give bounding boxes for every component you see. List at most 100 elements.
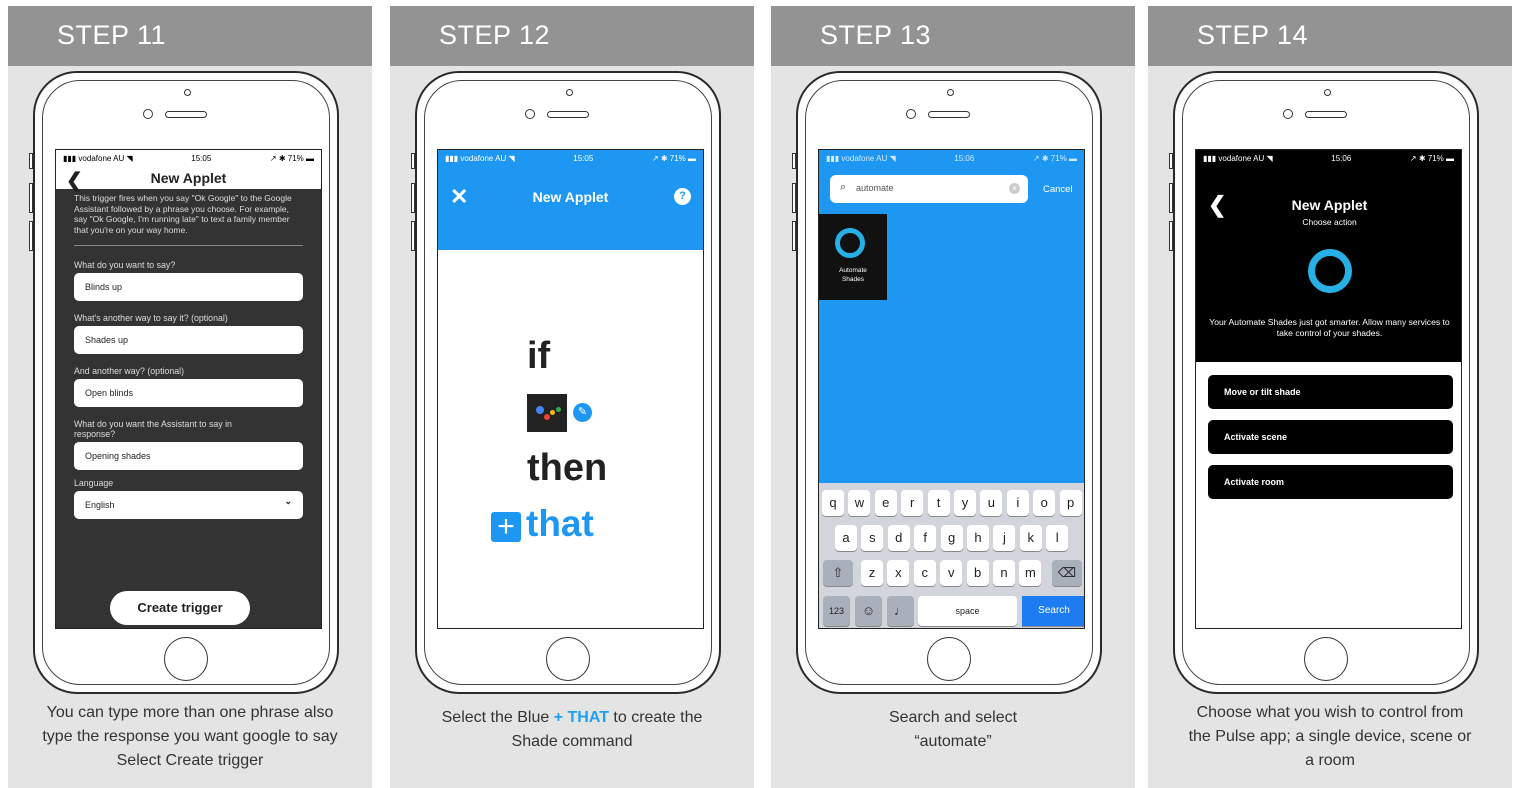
key-s[interactable]: s bbox=[861, 525, 884, 551]
key-z[interactable]: z bbox=[861, 560, 883, 586]
action-activate-room[interactable]: Activate room bbox=[1208, 465, 1453, 499]
help-icon[interactable]: ? bbox=[674, 188, 691, 205]
speaker-icon bbox=[165, 111, 207, 118]
battery-status: ↗ ✱ 71% ▬ bbox=[269, 154, 314, 163]
phone-screen: ▮▮▮ vodafone AU ◥ 15:06 ↗ ✱ 71% ▬ ⌕ auto… bbox=[818, 149, 1085, 629]
carrier-label: ▮▮▮ vodafone AU ◥ bbox=[826, 154, 896, 163]
assistant-dot bbox=[536, 406, 544, 414]
key-v[interactable]: v bbox=[940, 560, 963, 586]
key-t[interactable]: t bbox=[927, 490, 950, 516]
key-y[interactable]: y bbox=[954, 490, 976, 516]
alt-phrase-input[interactable]: Shades up bbox=[74, 326, 303, 354]
keyboard-row: asdfghjkl bbox=[819, 525, 1084, 551]
key-o[interactable]: o bbox=[1033, 490, 1056, 516]
key-i[interactable]: i bbox=[1006, 490, 1029, 516]
phone-frame: ▮▮▮ vodafone AU ◥ 15:05 ↗ ✱ 71% ▬ ❮ New … bbox=[29, 71, 339, 694]
phrase-input[interactable]: Blinds up bbox=[74, 273, 303, 301]
side-button bbox=[1169, 221, 1173, 251]
battery-status: ↗ ✱ 71% ▬ bbox=[1032, 154, 1077, 163]
caption-highlight: + THAT bbox=[553, 709, 609, 726]
key-p[interactable]: p bbox=[1059, 490, 1082, 516]
applet-header: ▮▮▮ vodafone AU ◥ 15:05 ↗ ✱ 71% ▬ ✕ New … bbox=[438, 150, 703, 250]
key-a[interactable]: a bbox=[835, 525, 857, 551]
key-g[interactable]: g bbox=[940, 525, 963, 551]
response-input[interactable]: Opening shades bbox=[74, 442, 303, 470]
home-button bbox=[1304, 637, 1348, 681]
step-caption: Select the Blue + THAT to create the Sha… bbox=[390, 706, 754, 754]
side-button bbox=[1169, 183, 1173, 213]
cancel-button[interactable]: Cancel bbox=[1043, 184, 1073, 195]
back-icon[interactable]: ❮ bbox=[66, 168, 83, 193]
key-d[interactable]: d bbox=[887, 525, 910, 551]
field-label: Language bbox=[74, 478, 114, 488]
step-11-panel: STEP 11 ▮▮▮ vodafone AU ◥ 15:05 ↗ ✱ 71% … bbox=[8, 6, 372, 788]
status-bar: ▮▮▮ vodafone AU ◥ 15:06 ↗ ✱ 71% ▬ bbox=[1196, 150, 1461, 167]
phone-frame: ▮▮▮ vodafone AU ◥ 15:06 ↗ ✱ 71% ▬ ⌕ auto… bbox=[792, 71, 1102, 694]
sensor-icon bbox=[525, 109, 535, 119]
action-move-tilt-shade[interactable]: Move or tilt shade bbox=[1208, 375, 1453, 409]
create-trigger-button[interactable]: Create trigger bbox=[110, 591, 250, 625]
page-title: New Applet bbox=[1291, 197, 1368, 213]
key-h[interactable]: h bbox=[967, 525, 989, 551]
home-button bbox=[927, 637, 971, 681]
key-m[interactable]: m bbox=[1019, 560, 1042, 586]
keyboard: qwertyuiop asdfghjkl ⇧ ⌫ zxcvbnm 123 ☺ ♩… bbox=[819, 483, 1084, 628]
key-x[interactable]: x bbox=[887, 560, 910, 586]
space-key[interactable]: space bbox=[918, 596, 1017, 626]
key-n[interactable]: n bbox=[993, 560, 1015, 586]
home-button bbox=[164, 637, 208, 681]
side-button bbox=[792, 221, 796, 251]
automate-shades-tile[interactable]: Automate Shades bbox=[819, 214, 887, 300]
keyboard-row: ⇧ ⌫ zxcvbnm bbox=[819, 560, 1084, 586]
language-select[interactable]: English ⌄ bbox=[74, 491, 303, 519]
key-u[interactable]: u bbox=[980, 490, 1003, 516]
assistant-dot bbox=[550, 410, 555, 415]
that-button[interactable]: that bbox=[526, 503, 594, 545]
status-bar: ▮▮▮ vodafone AU ◥ 15:05 ↗ ✱ 71% ▬ bbox=[438, 150, 703, 167]
search-value: automate bbox=[856, 183, 894, 193]
key-l[interactable]: l bbox=[1046, 525, 1069, 551]
google-assistant-icon[interactable] bbox=[527, 394, 567, 432]
action-activate-scene[interactable]: Activate scene bbox=[1208, 420, 1453, 454]
close-icon[interactable]: ✕ bbox=[450, 167, 468, 227]
key-q[interactable]: q bbox=[822, 490, 844, 516]
sensor-icon bbox=[143, 109, 153, 119]
emoji-icon[interactable]: ☺ bbox=[855, 596, 882, 626]
phone-screen: ▮▮▮ vodafone AU ◥ 15:05 ↗ ✱ 71% ▬ ❮ New … bbox=[55, 149, 322, 629]
key-w[interactable]: w bbox=[848, 490, 871, 516]
automate-logo-icon bbox=[835, 228, 865, 258]
key-b[interactable]: b bbox=[966, 560, 989, 586]
status-bar: ▮▮▮ vodafone AU ◥ 15:05 ↗ ✱ 71% ▬ bbox=[56, 150, 321, 167]
key-j[interactable]: j bbox=[993, 525, 1016, 551]
key-k[interactable]: k bbox=[1019, 525, 1042, 551]
service-message: Your Automate Shades just got smarter. A… bbox=[1209, 317, 1450, 338]
field-label: What do you want the Assistant to say in… bbox=[74, 419, 232, 439]
carrier-label: ▮▮▮ vodafone AU ◥ bbox=[1203, 154, 1273, 163]
edit-icon[interactable]: ✎ bbox=[573, 403, 592, 422]
sensor-icon bbox=[1283, 109, 1293, 119]
step-caption: Search and select “automate” bbox=[888, 709, 1018, 750]
plus-icon[interactable]: + bbox=[491, 512, 521, 542]
chevron-down-icon: ⌄ bbox=[284, 496, 292, 506]
step-caption: Choose what you wish to control from the… bbox=[1188, 704, 1472, 769]
clear-icon[interactable]: × bbox=[1009, 183, 1020, 194]
key-r[interactable]: r bbox=[901, 490, 924, 516]
alt-phrase-2-input[interactable]: Open blinds bbox=[74, 379, 303, 407]
phone-screen: ▮▮▮ vodafone AU ◥ 15:05 ↗ ✱ 71% ▬ ✕ New … bbox=[437, 149, 704, 629]
search-input[interactable]: ⌕ automate × bbox=[830, 175, 1028, 203]
side-button bbox=[411, 221, 415, 251]
camera-icon bbox=[947, 89, 954, 96]
key-c[interactable]: c bbox=[913, 560, 936, 586]
backspace-key[interactable]: ⌫ bbox=[1052, 560, 1082, 586]
microphone-icon[interactable]: ♩ bbox=[887, 596, 914, 626]
shift-key[interactable]: ⇧ bbox=[823, 560, 853, 586]
step-12-panel: STEP 12 ▮▮▮ vodafone AU ◥ 15:05 ↗ ✱ 71% … bbox=[390, 6, 754, 788]
camera-icon bbox=[184, 89, 191, 96]
sensor-icon bbox=[906, 109, 916, 119]
numbers-key[interactable]: 123 bbox=[823, 596, 850, 626]
status-time: 15:06 bbox=[954, 154, 975, 163]
status-time: 15:05 bbox=[573, 154, 594, 163]
search-key[interactable]: Search bbox=[1022, 596, 1084, 626]
key-e[interactable]: e bbox=[874, 490, 897, 516]
key-f[interactable]: f bbox=[914, 525, 937, 551]
